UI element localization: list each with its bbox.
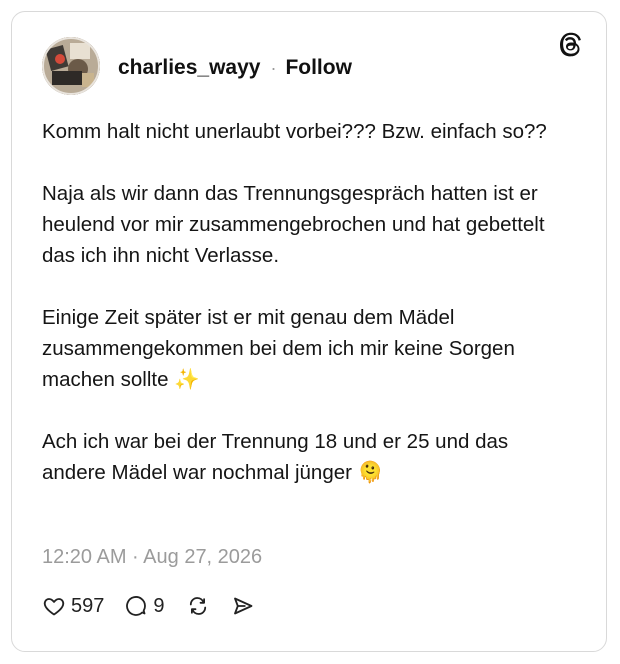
avatar[interactable] xyxy=(42,37,100,95)
action-bar: 597 9 xyxy=(42,594,275,618)
post-body: Komm halt nicht unerlaubt vorbei??? Bzw.… xyxy=(42,116,572,488)
post-timestamp[interactable]: 12:20 AM · Aug 27, 2026 xyxy=(42,546,262,569)
reply-button[interactable]: 9 xyxy=(124,594,165,618)
comment-icon xyxy=(124,594,148,618)
threads-logo-icon[interactable] xyxy=(556,31,584,59)
post-header: charlies_wayy · Follow xyxy=(118,56,352,80)
post-paragraph: Einige Zeit später ist er mit genau dem … xyxy=(42,306,515,391)
post-paragraph: Komm halt nicht unerlaubt vorbei??? Bzw.… xyxy=(42,120,547,143)
like-count: 597 xyxy=(71,594,105,617)
avatar-image xyxy=(42,37,100,95)
reply-count: 9 xyxy=(153,594,165,617)
post-paragraph: Ach ich war bei der Trennung 18 und er 2… xyxy=(42,430,509,484)
share-icon xyxy=(231,594,255,618)
repost-button[interactable] xyxy=(185,594,211,618)
repost-icon xyxy=(185,594,211,618)
post-card: charlies_wayy · Follow Komm halt nicht u… xyxy=(11,11,607,652)
share-button[interactable] xyxy=(231,594,255,618)
post-paragraph: Naja als wir dann das Trennungsgespräch … xyxy=(42,182,545,267)
follow-button[interactable]: Follow xyxy=(285,56,352,80)
heart-icon xyxy=(42,594,66,618)
separator-dot: · xyxy=(270,57,277,78)
username[interactable]: charlies_wayy xyxy=(118,56,260,80)
like-button[interactable]: 597 xyxy=(42,594,104,618)
